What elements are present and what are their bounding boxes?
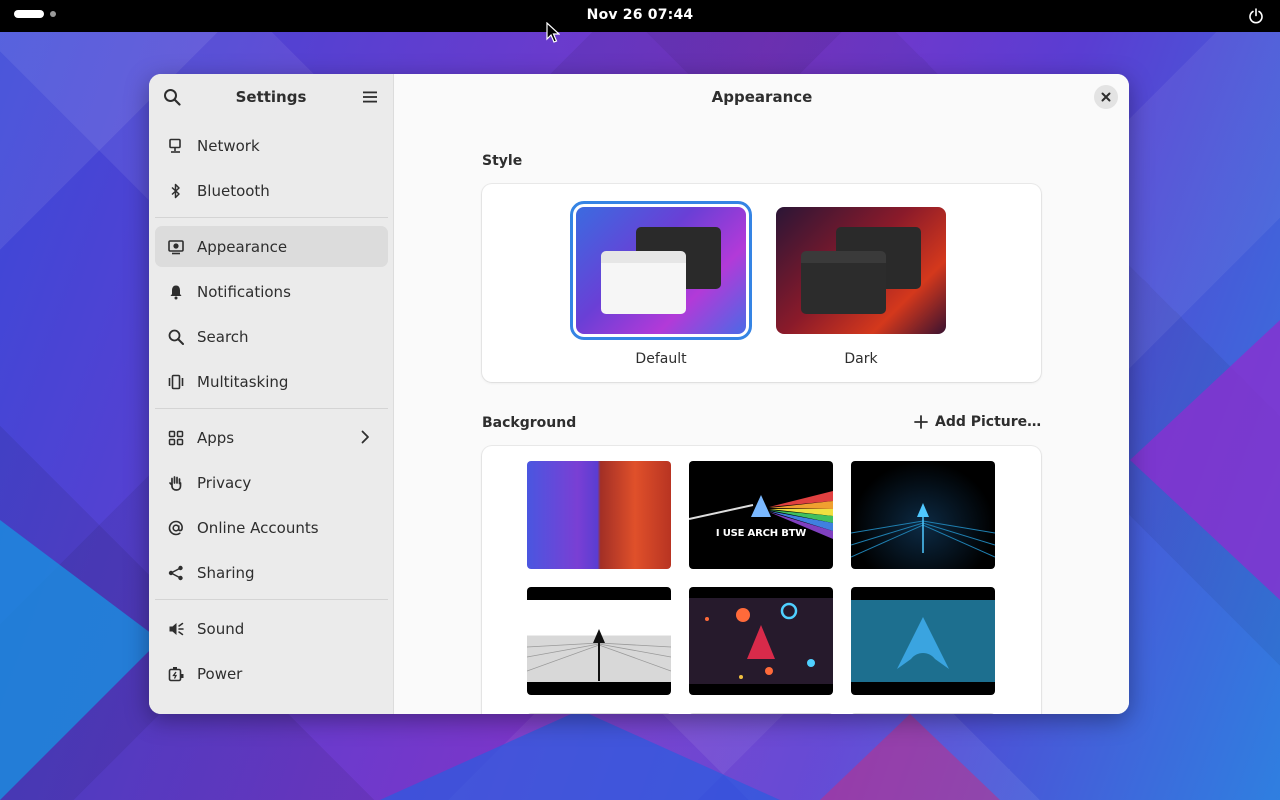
network-icon — [168, 138, 184, 154]
hand-icon — [168, 475, 184, 491]
power-icon[interactable] — [1248, 8, 1264, 24]
sidebar: Settings Network Bluetooth Appearance No… — [149, 74, 394, 714]
share-icon — [168, 565, 184, 581]
sidebar-item-label: Notifications — [197, 282, 291, 301]
sidebar-list: Network Bluetooth Appearance Notificatio… — [155, 125, 388, 698]
wallpaper-shape — [0, 520, 160, 800]
sidebar-item-search[interactable]: Search — [155, 316, 388, 357]
sidebar-item-online-accounts[interactable]: Online Accounts — [155, 507, 388, 548]
background-thumbnail[interactable] — [689, 587, 833, 695]
arch-road-art — [527, 629, 671, 681]
sidebar-item-label: Online Accounts — [197, 518, 319, 537]
multitasking-icon — [168, 374, 184, 390]
sidebar-title: Settings — [235, 88, 307, 106]
background-thumbnail[interactable] — [689, 713, 833, 714]
wallpaper-shape — [820, 714, 1000, 800]
style-option-default[interactable]: Default — [570, 201, 752, 367]
style-section-label: Style — [482, 153, 523, 169]
background-thumbnail[interactable] — [527, 713, 671, 714]
background-card: I USE ARCH BTW — [482, 446, 1041, 714]
sidebar-item-sharing[interactable]: Sharing — [155, 552, 388, 593]
style-caption: Dark — [844, 351, 878, 367]
wallpaper-shape — [1130, 320, 1280, 600]
background-thumbnail[interactable] — [851, 713, 995, 714]
settings-window: Settings Network Bluetooth Appearance No… — [149, 74, 1129, 714]
bluetooth-icon — [168, 183, 184, 199]
sidebar-item-sound[interactable]: Sound — [155, 608, 388, 649]
search-icon — [168, 329, 184, 345]
sidebar-item-privacy[interactable]: Privacy — [155, 462, 388, 503]
mouse-cursor-icon — [546, 22, 560, 43]
wallpaper-shape — [380, 710, 780, 800]
arch-prism-art — [689, 491, 833, 539]
at-sign-icon — [168, 520, 184, 536]
style-caption: Default — [635, 351, 687, 367]
sidebar-separator — [155, 599, 388, 600]
sidebar-header: Settings — [149, 74, 393, 120]
clock[interactable]: Nov 26 07:44 — [0, 7, 1280, 23]
sidebar-item-label: Power — [197, 664, 243, 683]
sidebar-item-label: Sound — [197, 619, 245, 638]
page-title: Appearance — [711, 88, 813, 106]
background-thumbnail[interactable] — [527, 587, 671, 695]
sidebar-separator — [155, 217, 388, 218]
arch-planets-art — [705, 602, 815, 679]
sidebar-item-network[interactable]: Network — [155, 125, 388, 166]
style-thumbnail-default — [570, 201, 752, 340]
add-picture-label: Add Picture… — [935, 414, 1042, 430]
sidebar-item-appearance[interactable]: Appearance — [155, 226, 388, 267]
chevron-right-icon — [361, 430, 369, 444]
style-option-dark[interactable]: Dark — [776, 207, 946, 367]
sidebar-item-label: Appearance — [197, 237, 288, 256]
sidebar-separator — [155, 408, 388, 409]
close-icon — [1101, 92, 1111, 102]
battery-icon — [168, 666, 184, 682]
style-card: Default Dark — [482, 184, 1041, 382]
sidebar-item-label: Apps — [197, 428, 235, 447]
background-thumbnail[interactable] — [851, 587, 995, 695]
sidebar-item-label: Search — [197, 327, 249, 346]
plus-icon — [914, 415, 928, 429]
add-picture-button[interactable]: Add Picture… — [914, 414, 1041, 430]
content-pane: Appearance Style Default Dark Background… — [395, 74, 1129, 714]
appearance-icon — [168, 239, 184, 255]
sidebar-item-label: Bluetooth — [197, 181, 270, 200]
background-thumbnail[interactable] — [851, 461, 995, 569]
top-bar: Nov 26 07:44 — [0, 0, 1280, 32]
arch-logo-art — [897, 617, 949, 669]
wallpaper-caption: I USE ARCH BTW — [715, 528, 807, 539]
preview-window-front — [801, 251, 886, 314]
sidebar-item-label: Privacy — [197, 473, 252, 492]
background-thumbnail[interactable]: I USE ARCH BTW — [689, 461, 833, 569]
apps-grid-icon — [168, 430, 184, 446]
sidebar-item-label: Sharing — [197, 563, 255, 582]
close-button[interactable] — [1094, 85, 1118, 109]
bell-icon — [168, 284, 184, 300]
sidebar-item-multitasking[interactable]: Multitasking — [155, 361, 388, 402]
arch-grid-art — [851, 503, 995, 558]
sidebar-item-label: Network — [197, 136, 260, 155]
speaker-icon — [168, 621, 184, 637]
sidebar-item-apps[interactable]: Apps — [155, 417, 388, 458]
sidebar-item-power[interactable]: Power — [155, 653, 388, 694]
style-thumbnail-dark — [776, 207, 946, 334]
preview-window-front — [601, 251, 686, 314]
sidebar-item-bluetooth[interactable]: Bluetooth — [155, 170, 388, 211]
background-thumbnail[interactable] — [527, 461, 671, 569]
sidebar-item-notifications[interactable]: Notifications — [155, 271, 388, 312]
background-section-label: Background — [482, 415, 577, 431]
sidebar-item-label: Multitasking — [197, 372, 289, 391]
hamburger-menu-icon[interactable] — [362, 89, 378, 105]
